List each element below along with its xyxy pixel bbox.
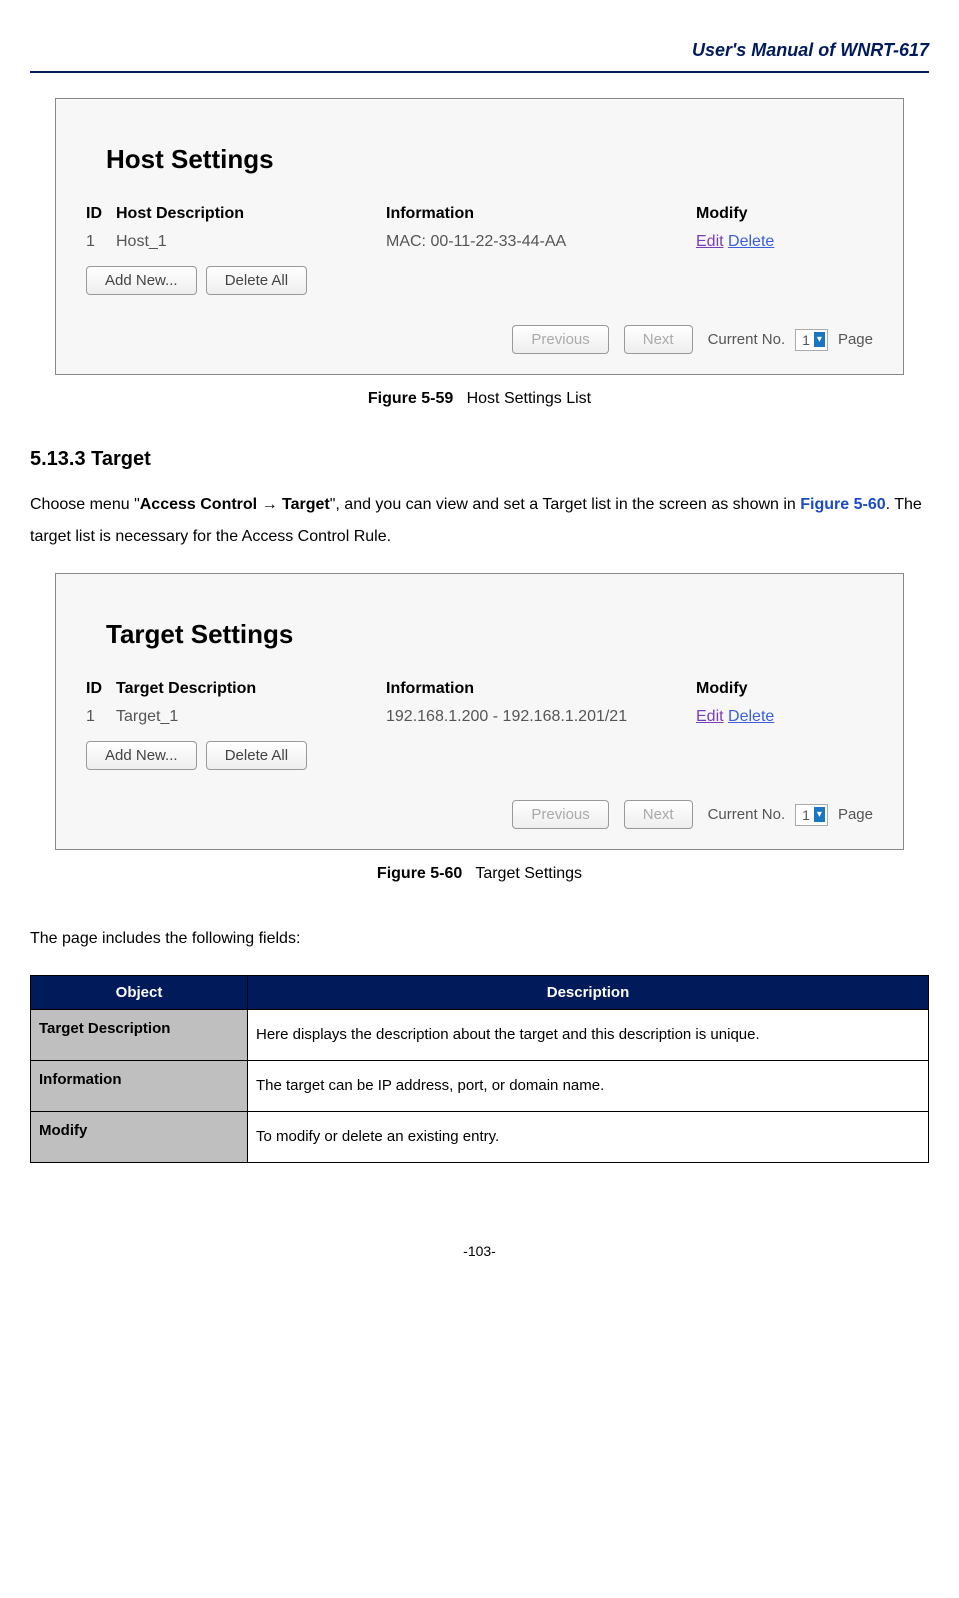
row-info: 192.168.1.200 - 192.168.1.201/21	[386, 708, 696, 726]
figure-59-label: Figure 5-59	[368, 390, 453, 407]
figure-60-caption: Figure 5-60 Target Settings	[30, 865, 929, 883]
table-row: Target Description Here displays the des…	[31, 1010, 929, 1061]
col-information: Information	[386, 205, 696, 223]
desc-target-description: Here displays the description about the …	[248, 1010, 929, 1061]
desc-information: The target can be IP address, port, or d…	[248, 1061, 929, 1112]
col-id: ID	[86, 205, 116, 223]
add-new-button[interactable]: Add New...	[86, 741, 197, 770]
target-table-header: ID Target Description Information Modify	[86, 680, 873, 698]
row-target-desc: Target_1	[116, 708, 386, 726]
chevron-down-icon: ▾	[814, 332, 825, 347]
delete-all-button[interactable]: Delete All	[206, 266, 307, 295]
next-button[interactable]: Next	[624, 800, 693, 829]
edit-link[interactable]: Edit	[696, 233, 724, 250]
delete-link[interactable]: Delete	[728, 708, 774, 725]
col-modify: Modify	[696, 205, 873, 223]
host-settings-title: Host Settings	[106, 144, 873, 175]
page-select-value: 1	[802, 807, 810, 823]
header-divider	[30, 71, 929, 73]
obj-target-description: Target Description	[31, 1010, 248, 1061]
delete-link[interactable]: Delete	[728, 233, 774, 250]
previous-button[interactable]: Previous	[512, 800, 608, 829]
row-id: 1	[86, 708, 116, 726]
section-paragraph: Choose menu "Access Control → Target", a…	[30, 489, 929, 553]
col-modify: Modify	[696, 680, 873, 698]
page-select[interactable]: 1 ▾	[795, 804, 828, 826]
target-table-row: 1 Target_1 192.168.1.200 - 192.168.1.201…	[86, 708, 873, 726]
add-new-button[interactable]: Add New...	[86, 266, 197, 295]
figure-reference: Figure 5-60	[800, 496, 885, 513]
current-no-label: Current No.	[708, 331, 786, 348]
col-target-description: Target Description	[116, 680, 386, 698]
page-label: Page	[838, 806, 873, 823]
page-number: -103-	[30, 1243, 929, 1259]
obj-information: Information	[31, 1061, 248, 1112]
th-object: Object	[31, 976, 248, 1010]
row-info: MAC: 00-11-22-33-44-AA	[386, 233, 696, 251]
th-description: Description	[248, 976, 929, 1010]
next-button[interactable]: Next	[624, 325, 693, 354]
page-select-value: 1	[802, 332, 810, 348]
section-heading: 5.13.3 Target	[30, 448, 929, 471]
row-id: 1	[86, 233, 116, 251]
table-row: Information The target can be IP address…	[31, 1061, 929, 1112]
delete-all-button[interactable]: Delete All	[206, 741, 307, 770]
edit-link[interactable]: Edit	[696, 708, 724, 725]
desc-modify: To modify or delete an existing entry.	[248, 1112, 929, 1163]
figure-59-text: Host Settings List	[467, 390, 592, 407]
host-table-header: ID Host Description Information Modify	[86, 205, 873, 223]
col-id: ID	[86, 680, 116, 698]
col-information: Information	[386, 680, 696, 698]
page-label: Page	[838, 331, 873, 348]
row-host-desc: Host_1	[116, 233, 386, 251]
host-table-row: 1 Host_1 MAC: 00-11-22-33-44-AA Edit Del…	[86, 233, 873, 251]
figure-60-text: Target Settings	[475, 865, 582, 882]
obj-modify: Modify	[31, 1112, 248, 1163]
figure-60-label: Figure 5-60	[377, 865, 462, 882]
current-no-label: Current No.	[708, 806, 786, 823]
table-intro-text: The page includes the following fields:	[30, 923, 929, 955]
chevron-down-icon: ▾	[814, 807, 825, 822]
target-settings-panel: Target Settings ID Target Description In…	[55, 573, 904, 850]
doc-header-title: User's Manual of WNRT-617	[30, 40, 929, 61]
fields-table: Object Description Target Description He…	[30, 975, 929, 1163]
figure-59-caption: Figure 5-59 Host Settings List	[30, 390, 929, 408]
target-settings-title: Target Settings	[106, 619, 873, 650]
page-select[interactable]: 1 ▾	[795, 329, 828, 351]
table-row: Modify To modify or delete an existing e…	[31, 1112, 929, 1163]
previous-button[interactable]: Previous	[512, 325, 608, 354]
host-settings-panel: Host Settings ID Host Description Inform…	[55, 98, 904, 375]
col-host-description: Host Description	[116, 205, 386, 223]
